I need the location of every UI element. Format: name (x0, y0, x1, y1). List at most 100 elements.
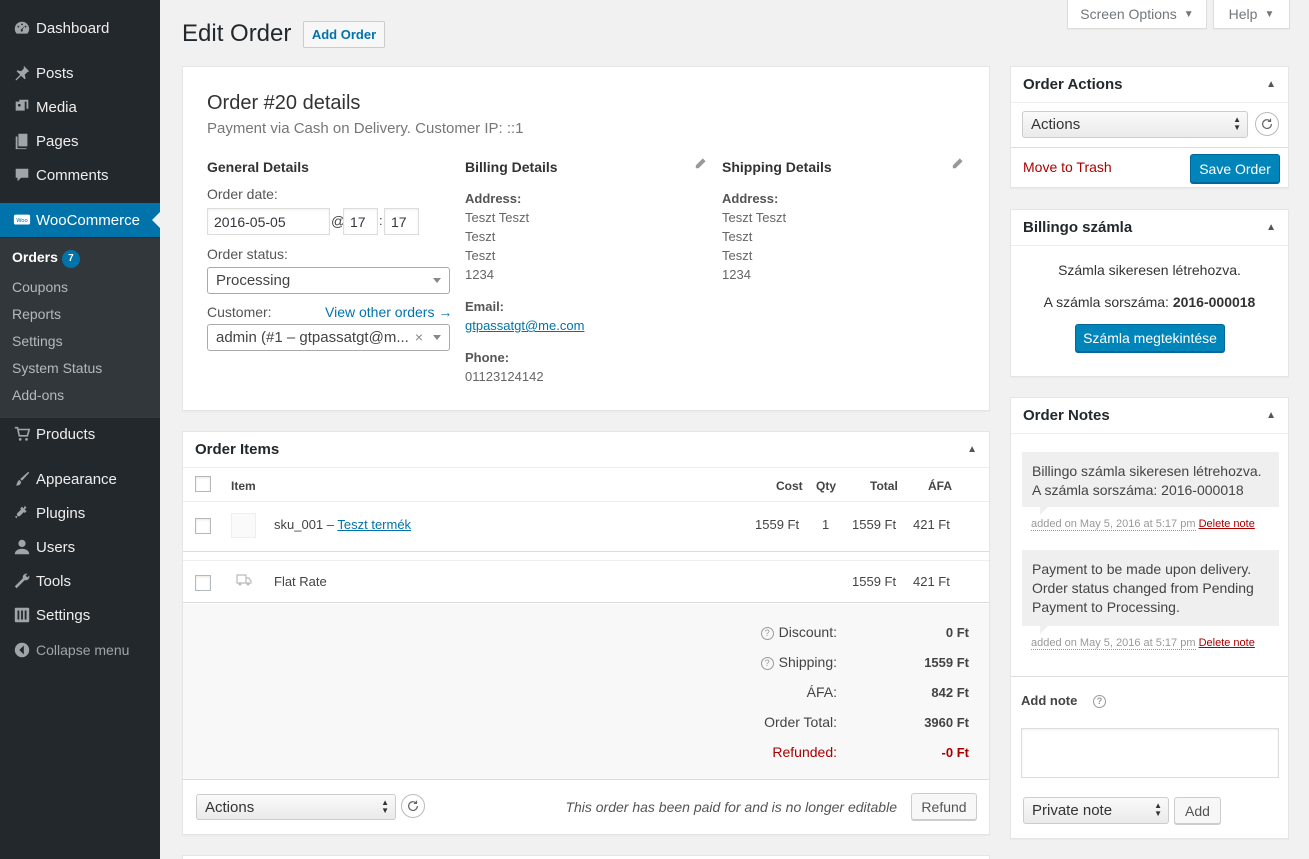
product-name-link[interactable]: Teszt termék (337, 517, 411, 532)
menu-products-label: Products (36, 425, 96, 443)
updown-arrows-icon: ▲ ▼ (381, 798, 389, 815)
collapse-menu-button[interactable]: Collapse menu (0, 633, 160, 667)
submenu-system-status[interactable]: System Status (12, 360, 102, 376)
product-cost: 1559 Ft (755, 517, 800, 532)
divider (1011, 147, 1288, 148)
submenu-coupons[interactable]: Coupons (12, 279, 68, 295)
shipping-address-line: Teszt (722, 248, 753, 263)
general-details-title: General Details (207, 159, 309, 175)
order-actions-panel: Order Actions ▲ Actions ▲ ▼ Move to Trash… (1010, 66, 1289, 188)
menu-appearance[interactable]: Appearance (0, 462, 160, 496)
note-meta: added on May 5, 2016 at 5:17 pm Delete n… (1031, 637, 1255, 650)
table-row[interactable]: sku_001 – Teszt termék 1559 Ft 1 1559 Ft… (183, 503, 989, 552)
menu-media-label: Media (36, 98, 77, 116)
pages-icon (0, 132, 36, 150)
item-checkbox[interactable] (195, 518, 211, 534)
shipping-total-value: 1559 Ft (924, 655, 969, 670)
help-icon[interactable]: ? (1092, 695, 1106, 708)
menu-pages[interactable]: Pages (0, 124, 160, 158)
edit-shipping-pencil-icon[interactable] (950, 157, 964, 174)
menu-dashboard[interactable]: Dashboard (0, 11, 160, 45)
note-type-select[interactable]: Private note ▲ ▼ (1023, 797, 1169, 824)
move-to-trash-link[interactable]: Move to Trash (1023, 159, 1112, 175)
collapse-toggle-icon[interactable]: ▲ (967, 444, 977, 455)
screen-options-button[interactable]: Screen Options ▼ (1067, 0, 1207, 29)
shipping-method-name: Flat Rate (274, 574, 327, 589)
items-table-header: Item Cost Qty Total ÁFA (183, 468, 989, 502)
order-date-input[interactable]: 2016-05-05 (207, 208, 330, 235)
select-all-checkbox[interactable] (195, 476, 211, 492)
refresh-icon (1262, 118, 1272, 130)
submenu-orders[interactable]: Orders 7 (12, 249, 80, 268)
submenu-add-ons[interactable]: Add-ons (12, 387, 64, 403)
help-button[interactable]: Help ▼ (1213, 0, 1290, 29)
cart-icon (0, 425, 36, 443)
add-note-button[interactable]: Add (1174, 797, 1221, 824)
refund-button[interactable]: Refund (911, 793, 977, 820)
menu-settings[interactable]: Settings (0, 598, 160, 632)
add-note-label-text: Add note (1021, 693, 1078, 708)
view-other-orders-link[interactable]: View other orders → (325, 304, 452, 320)
menu-woocommerce-label: WooCommerce (36, 211, 140, 229)
apply-action-button[interactable] (1255, 112, 1279, 136)
order-minute-input[interactable]: 17 (384, 208, 419, 235)
note-date: added on May 5, 2016 at 5:17 pm (1031, 637, 1196, 650)
paid-notice: This order has been paid for and is no l… (565, 799, 897, 815)
submenu-reports[interactable]: Reports (12, 306, 61, 322)
items-footer: Actions ▲ ▼ This order has been paid for … (183, 779, 989, 834)
collapse-toggle-icon[interactable]: ▲ (1266, 222, 1276, 233)
menu-users[interactable]: Users (0, 530, 160, 564)
refunded-value: -0 Ft (941, 745, 969, 760)
menu-media[interactable]: Media (0, 90, 160, 124)
afa-total-label: ÁFA: (806, 684, 837, 700)
help-icon[interactable]: ? (760, 627, 774, 640)
menu-plugins-label: Plugins (36, 504, 86, 522)
bulk-actions-select[interactable]: Actions ▲ ▼ (196, 794, 396, 820)
woocommerce-submenu: Orders 7 Coupons Reports Settings System … (0, 238, 160, 418)
product-thumbnail (231, 513, 256, 538)
collapse-toggle-icon[interactable]: ▲ (1266, 410, 1276, 421)
truck-icon (236, 573, 252, 590)
shipping-row[interactable]: Flat Rate 1559 Ft 421 Ft (183, 560, 989, 603)
shipping-checkbox[interactable] (195, 575, 211, 591)
bulk-actions-value: Actions (205, 798, 255, 816)
collapse-menu-label: Collapse menu (36, 642, 130, 658)
delete-note-link[interactable]: Delete note (1199, 518, 1255, 530)
add-note-label: Add note ? (1021, 693, 1111, 708)
menu-products[interactable]: Products (0, 417, 160, 451)
cost-column-header: Cost (776, 479, 803, 493)
order-hour-input[interactable]: 17 (343, 208, 378, 235)
clear-customer-icon[interactable]: × (415, 329, 423, 345)
menu-appearance-label: Appearance (36, 470, 117, 488)
add-order-button[interactable]: Add Order (303, 21, 385, 48)
order-status-value: Processing (216, 272, 291, 289)
order-action-select[interactable]: Actions ▲ ▼ (1022, 111, 1248, 138)
admin-sidebar: Dashboard Posts Media Pages Comments Woo… (0, 0, 160, 859)
menu-plugins[interactable]: Plugins (0, 496, 160, 530)
order-actions-title: Order Actions (1023, 76, 1123, 93)
view-invoice-button[interactable]: Számla megtekintése (1075, 324, 1225, 352)
shipping-total: 1559 Ft (852, 574, 897, 589)
delete-note-link[interactable]: Delete note (1199, 637, 1255, 649)
menu-tools[interactable]: Tools (0, 564, 160, 598)
add-note-textarea[interactable] (1021, 728, 1279, 778)
apply-refresh-button[interactable] (401, 794, 425, 818)
comments-icon (0, 166, 36, 184)
shipping-address-label: Address: (722, 191, 779, 206)
discount-label-text: Discount: (778, 624, 837, 640)
order-status-select[interactable]: Processing (207, 267, 450, 294)
menu-posts[interactable]: Posts (0, 56, 160, 90)
save-order-button[interactable]: Save Order (1190, 154, 1280, 183)
billingo-panel: Billingo számla ▲ Számla sikeresen létre… (1010, 209, 1289, 377)
order-items-panel: Order Items ▲ Item Cost Qty Total ÁFA sk… (182, 431, 990, 835)
customer-select[interactable]: admin (#1 – gtpassatgt@m... × (207, 324, 450, 351)
menu-woocommerce[interactable]: Woo WooCommerce (0, 203, 160, 237)
billing-address-line: 1234 (465, 267, 494, 282)
submenu-settings[interactable]: Settings (12, 333, 63, 349)
menu-comments[interactable]: Comments (0, 158, 160, 192)
edit-billing-pencil-icon[interactable] (693, 157, 707, 174)
billing-email-link[interactable]: gtpassatgt@me.com (465, 318, 584, 333)
help-icon[interactable]: ? (760, 657, 774, 670)
collapse-toggle-icon[interactable]: ▲ (1266, 79, 1276, 90)
billing-phone-label: Phone: (465, 350, 510, 365)
